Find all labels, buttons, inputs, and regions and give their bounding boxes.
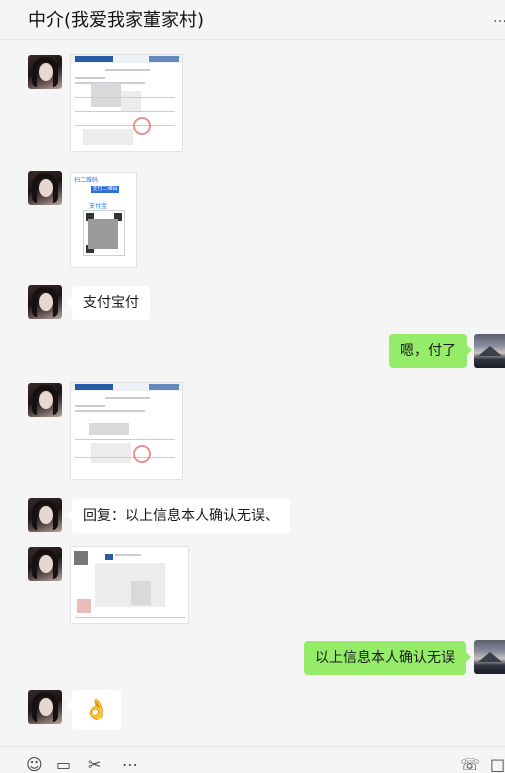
- more-icon[interactable]: …: [493, 10, 505, 26]
- image-message-receipt[interactable]: [70, 54, 183, 152]
- avatar[interactable]: [28, 690, 62, 724]
- avatar[interactable]: [28, 547, 62, 581]
- message-bubble[interactable]: 支付宝付: [67, 286, 150, 320]
- image-message-qrcode[interactable]: 扫二维码 支付二维码 支付宝: [70, 172, 137, 268]
- chat-history-icon[interactable]: ⋯: [122, 757, 138, 773]
- scissors-icon[interactable]: ✂: [88, 757, 101, 773]
- ok-hand-emoji: 👌: [84, 697, 109, 721]
- avatar[interactable]: [28, 383, 62, 417]
- image-message-invoice[interactable]: [70, 546, 189, 624]
- message-bubble-self[interactable]: 以上信息本人确认无误: [304, 641, 471, 675]
- avatar[interactable]: [28, 498, 62, 532]
- folder-icon[interactable]: ▭: [56, 757, 71, 773]
- emoji-bubble[interactable]: 👌: [67, 690, 121, 730]
- qr-pay-button: 支付二维码: [91, 186, 119, 193]
- avatar[interactable]: [28, 171, 62, 205]
- emoji-icon[interactable]: ☺: [26, 757, 43, 773]
- qr-header-label: 扫二维码: [74, 177, 99, 184]
- image-message-receipt[interactable]: [70, 382, 183, 480]
- qr-code: [83, 210, 125, 256]
- avatar[interactable]: [28, 55, 62, 89]
- input-toolbar: ☺ ▭ ✂ ⋯ ☏ □: [0, 746, 505, 773]
- alipay-brand-label: 支付宝: [89, 203, 108, 210]
- chat-title: 中介(我爱我家董家村): [28, 10, 205, 31]
- chat-header: 中介(我爱我家董家村) …: [0, 0, 505, 40]
- avatar[interactable]: [28, 285, 62, 319]
- phone-icon[interactable]: ☏: [460, 757, 480, 773]
- message-bubble[interactable]: 回复：以上信息本人确认无误、: [67, 499, 290, 533]
- avatar-self[interactable]: [474, 640, 505, 674]
- avatar-self[interactable]: [474, 334, 505, 368]
- message-bubble-self[interactable]: 嗯，付了: [389, 334, 472, 368]
- window-icon[interactable]: □: [490, 757, 505, 773]
